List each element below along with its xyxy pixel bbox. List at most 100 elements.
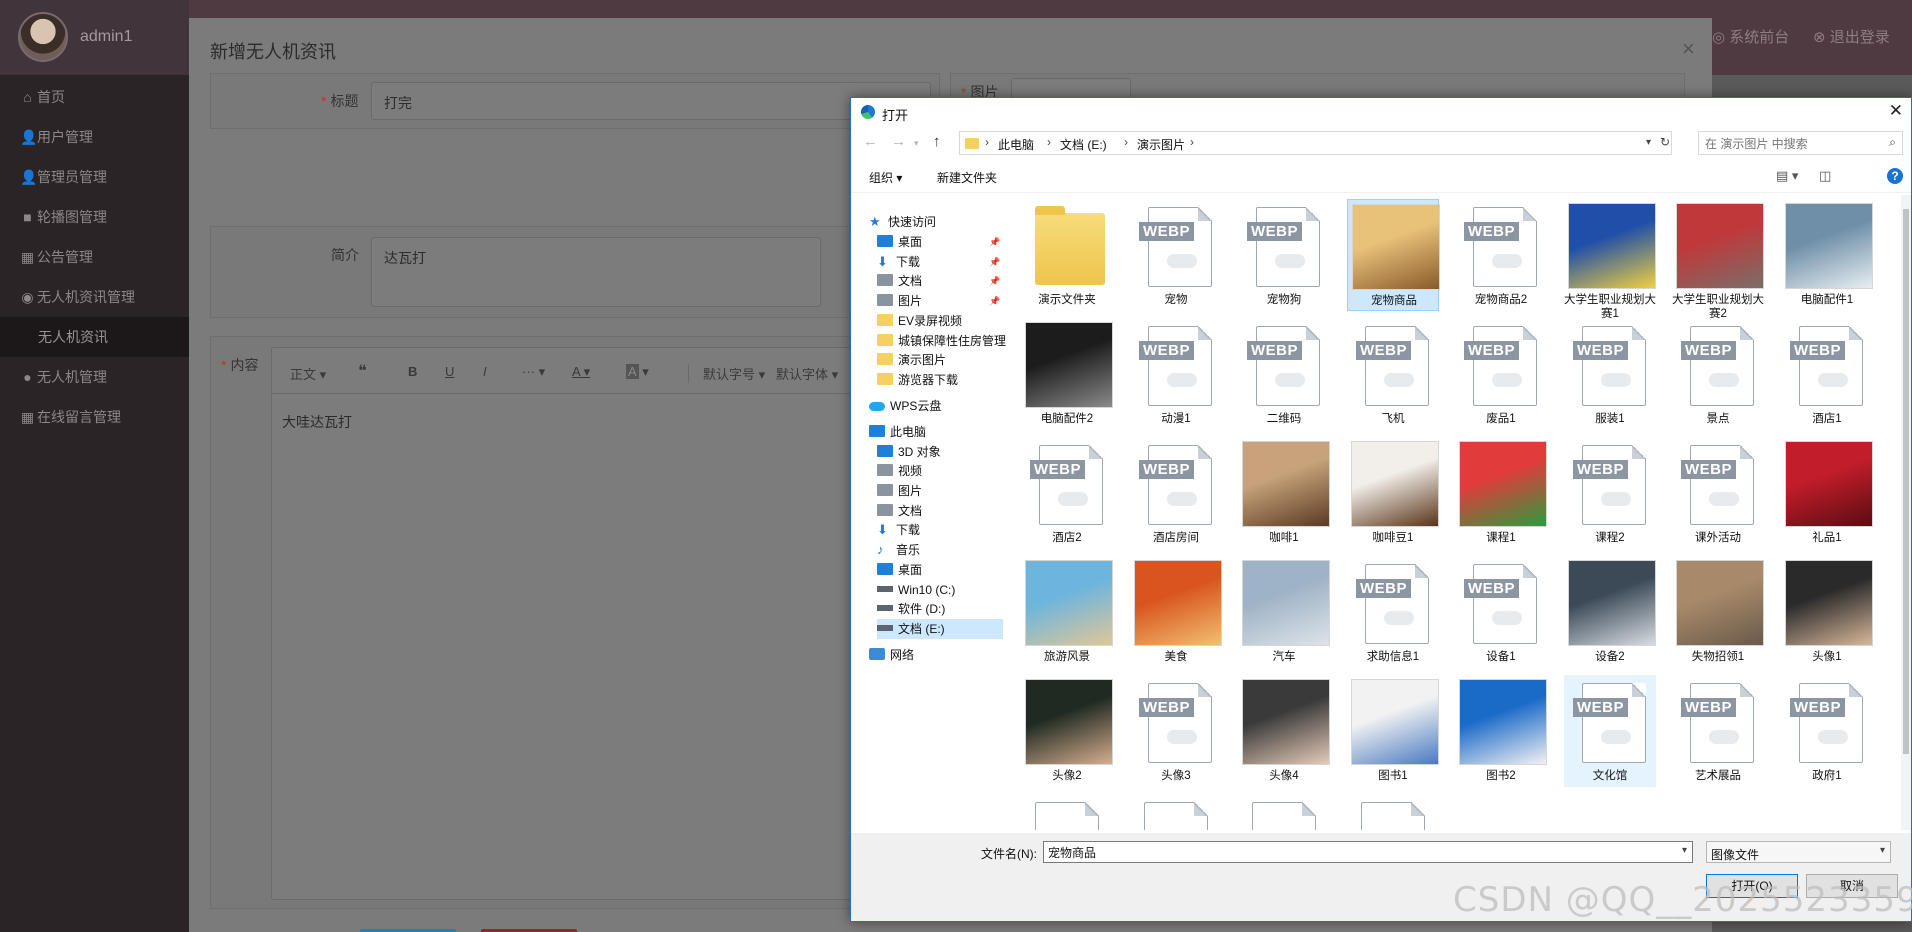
back-icon[interactable]: ← — [863, 133, 878, 150]
sidebar-item[interactable]: ▦ 公告管理 — [0, 237, 189, 277]
file-tile[interactable]: WEBP 文化馆 — [1564, 675, 1656, 787]
forward-icon[interactable]: → — [891, 133, 906, 150]
filename-combobox[interactable]: ▾ — [1043, 841, 1693, 863]
italic-icon[interactable]: I — [483, 364, 487, 379]
file-tile[interactable]: WEBP 酒店1 — [1781, 318, 1873, 430]
file-tile[interactable]: WEBP 酒店房间 — [1130, 437, 1222, 549]
sidebar-item[interactable]: ● 无人机管理 — [0, 357, 189, 397]
file-tile[interactable]: WEBP 宠物商品2 — [1455, 199, 1547, 311]
sidebar-item[interactable]: ⌂ 首页 — [0, 77, 189, 117]
sidebar-item[interactable]: 👤管理员管理 — [0, 157, 189, 197]
nav-tree-item[interactable]: 3D 对象 — [877, 442, 1003, 462]
sidebar-item[interactable]: 👤用户管理 — [0, 117, 189, 157]
address-bar[interactable]: › 此电脑 › 文档 (E:) › 演示图片 › ▾ ↻ — [959, 131, 1672, 155]
nav-tree-item[interactable]: 演示图片 — [877, 350, 1003, 370]
more-format-dropdown[interactable]: ··· ▾ — [522, 364, 545, 380]
file-tile[interactable]: WEBP 飞机 — [1347, 318, 1439, 430]
file-tile[interactable]: 大学生职业规划大赛1 — [1564, 199, 1656, 320]
nav-tree-item[interactable]: ⬇ 下载 — [877, 520, 1003, 540]
view-options-icon[interactable]: ▤ ▾ — [1776, 168, 1798, 184]
chevron-down-icon[interactable]: ▾ — [1682, 845, 1687, 856]
file-tile[interactable]: WEBP 二维码 — [1238, 318, 1330, 430]
file-tile[interactable]: 大学生职业规划大赛2 — [1672, 199, 1764, 320]
search-input[interactable] — [1705, 135, 1880, 152]
refresh-icon[interactable]: ↻ — [1660, 135, 1670, 149]
file-tile[interactable]: WEBP 动漫1 — [1130, 318, 1222, 430]
nav-tree-item[interactable]: 图片 📌 — [877, 291, 1003, 311]
file-tile[interactable] — [1130, 794, 1222, 830]
preview-pane-icon[interactable]: ◫ — [1819, 168, 1831, 184]
file-tile[interactable]: 图书2 — [1455, 675, 1547, 787]
nav-tree-item[interactable]: 游览器下载 — [877, 370, 1003, 390]
breadcrumb-this-pc[interactable]: 此电脑 — [998, 136, 1034, 153]
file-tile[interactable]: 旅游风景 — [1021, 556, 1113, 668]
nav-tree-item[interactable]: ⬇ 下载 📌 — [877, 252, 1003, 272]
file-tile[interactable]: WEBP 头像3 — [1130, 675, 1222, 787]
file-tile[interactable]: 咖啡豆1 — [1347, 437, 1439, 549]
font-family-dropdown[interactable]: 默认字体 ▾ — [776, 364, 838, 383]
frontend-link[interactable]: ◎ 系统前台 — [1712, 26, 1789, 47]
file-tile[interactable]: WEBP 废品1 — [1455, 318, 1547, 430]
vertical-scrollbar[interactable] — [1901, 195, 1911, 830]
title-input[interactable]: 打完 — [371, 82, 931, 120]
file-tile[interactable]: 头像1 — [1781, 556, 1873, 668]
up-folder-icon[interactable]: ↑ — [933, 133, 941, 150]
file-tile[interactable]: 礼品1 — [1781, 437, 1873, 549]
file-tile[interactable]: 咖啡1 — [1238, 437, 1330, 549]
sidebar-item[interactable]: 无人机资讯 — [0, 317, 189, 357]
file-tile[interactable]: 美食 — [1130, 556, 1222, 668]
file-tile[interactable]: WEBP 服装1 — [1564, 318, 1656, 430]
logout-link[interactable]: ⊗ 退出登录 — [1813, 26, 1890, 47]
sidebar-item[interactable]: ■ 轮播图管理 — [0, 197, 189, 237]
quote-icon[interactable]: ❝ — [358, 361, 367, 381]
address-dropdown-icon[interactable]: ▾ — [1646, 137, 1651, 148]
avatar[interactable] — [18, 12, 68, 62]
nav-tree-item[interactable]: 网络 — [869, 645, 1003, 665]
search-box[interactable]: ⌕ — [1698, 131, 1903, 155]
file-tile[interactable]: WEBP 设备1 — [1455, 556, 1547, 668]
nav-tree-item[interactable]: 桌面 📌 — [877, 232, 1003, 252]
font-color-dropdown[interactable]: A ▾ — [572, 364, 590, 380]
file-tile[interactable]: WEBP 课程2 — [1564, 437, 1656, 549]
nav-tree-item[interactable]: 此电脑 — [869, 422, 1003, 442]
organize-menu[interactable]: 组织 ▾ — [869, 169, 902, 186]
breadcrumb-drive-e[interactable]: 文档 (E:) — [1060, 136, 1107, 153]
file-tile[interactable]: 失物招领1 — [1672, 556, 1764, 668]
file-tile[interactable]: WEBP 课外活动 — [1672, 437, 1764, 549]
file-tile[interactable]: 设备2 — [1564, 556, 1656, 668]
file-tile[interactable]: WEBP 政府1 — [1781, 675, 1873, 787]
nav-tree-item[interactable]: EV录屏视频 — [877, 311, 1003, 331]
underline-icon[interactable]: U — [445, 364, 454, 379]
file-tile[interactable]: 电脑配件2 — [1021, 318, 1113, 430]
rich-text-editor[interactable]: 正文 ▾ ❝ B U I ··· ▾ A ▾ A ▾ 默认字号 ▾ 默认字体 ▾… — [271, 347, 932, 900]
breadcrumb-demo-images[interactable]: 演示图片 — [1137, 136, 1185, 153]
search-icon[interactable]: ⌕ — [1889, 135, 1896, 150]
file-tile[interactable]: 汽车 — [1238, 556, 1330, 668]
summary-textarea[interactable]: 达瓦打 — [371, 237, 821, 307]
file-tile[interactable]: WEBP 宠物 — [1130, 199, 1222, 311]
background-color-dropdown[interactable]: A ▾ — [626, 364, 649, 380]
image-upload[interactable] — [1011, 78, 1131, 98]
file-tile[interactable]: 演示文件夹 — [1021, 199, 1113, 311]
file-tile[interactable]: WEBP 宠物狗 — [1238, 199, 1330, 311]
file-tile[interactable]: 头像2 — [1021, 675, 1113, 787]
nav-tree-item[interactable]: ♪ 音乐 — [877, 540, 1003, 560]
nav-tree-item[interactable]: ★ 快速访问 — [869, 212, 1003, 232]
file-tile[interactable]: 头像4 — [1238, 675, 1330, 787]
nav-tree-item[interactable]: Win10 (C:) — [877, 580, 1003, 600]
file-tile[interactable]: WEBP 艺术展品 — [1672, 675, 1764, 787]
file-tile[interactable]: WEBP 景点 — [1672, 318, 1764, 430]
file-tile[interactable]: WEBP 求助信息1 — [1347, 556, 1439, 668]
nav-tree-item[interactable]: 桌面 — [877, 560, 1003, 580]
modal-close-icon[interactable]: × — [1682, 36, 1695, 62]
font-size-dropdown[interactable]: 默认字号 ▾ — [688, 364, 765, 383]
file-tile[interactable] — [1021, 794, 1113, 830]
file-tile[interactable]: 宠物商品 — [1347, 199, 1440, 311]
nav-tree-item[interactable]: 图片 — [877, 481, 1003, 501]
file-tile[interactable]: 图书1 — [1347, 675, 1439, 787]
file-tile[interactable]: WEBP 酒店2 — [1021, 437, 1113, 549]
dialog-close-icon[interactable]: ✕ — [1889, 101, 1903, 121]
scrollbar-thumb[interactable] — [1903, 209, 1909, 754]
sidebar-item[interactable]: ◉ 无人机资讯管理 — [0, 277, 189, 317]
file-tile[interactable]: 课程1 — [1455, 437, 1547, 549]
